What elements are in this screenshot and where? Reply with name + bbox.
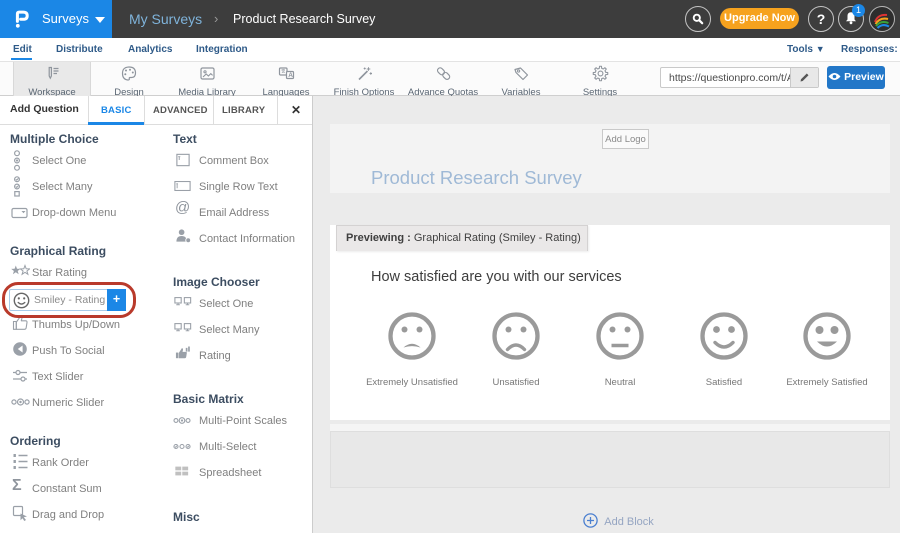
svg-text:A: A bbox=[288, 72, 293, 79]
